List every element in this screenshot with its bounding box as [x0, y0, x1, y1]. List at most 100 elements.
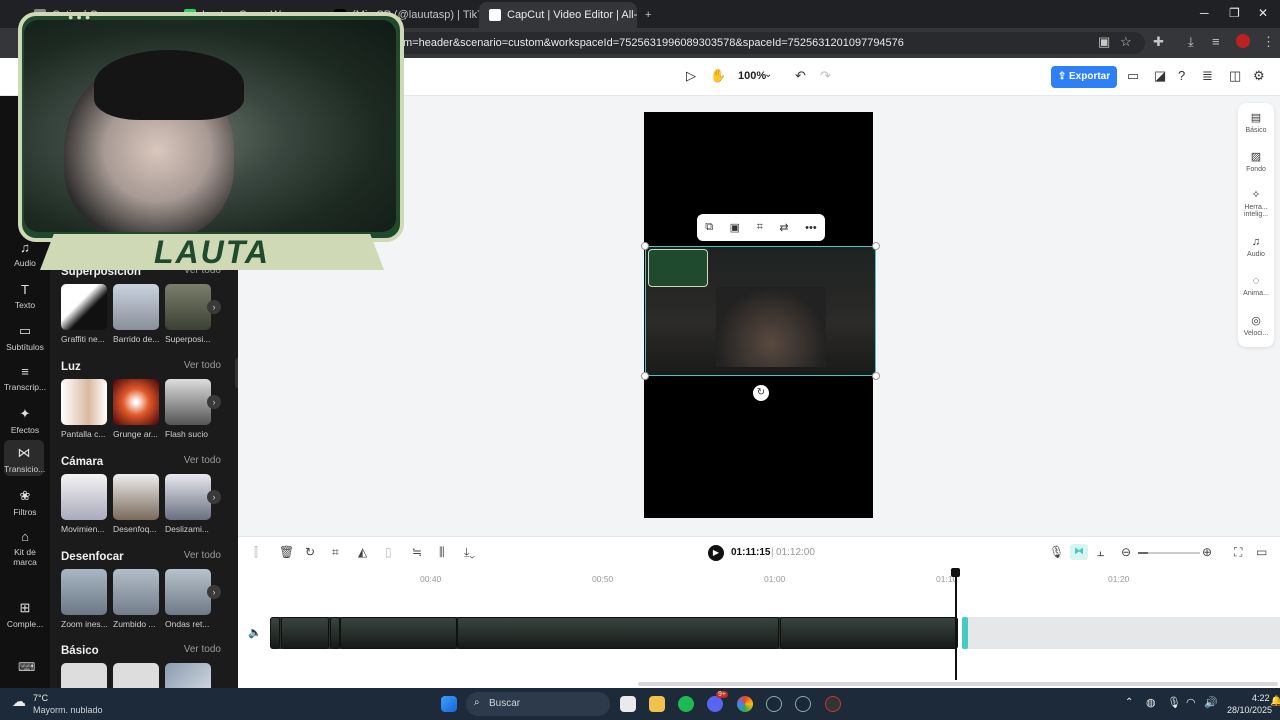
nav-text[interactable]: T Texto: [0, 282, 50, 310]
prop-speed[interactable]: ◎ Veloci...: [1238, 314, 1274, 337]
browser-tab-active[interactable]: CapCut | Video Editor | All-In-O✕: [479, 2, 637, 28]
transition-thumbnail[interactable]: [113, 379, 159, 425]
magnet-icon[interactable]: ⧓: [1070, 544, 1088, 560]
new-tab-button[interactable]: +: [637, 2, 661, 28]
split-view-icon[interactable]: ⫠: [1097, 545, 1104, 560]
cast-icon[interactable]: ▣: [1098, 34, 1110, 50]
microphone-icon[interactable]: 🎙: [1167, 696, 1181, 709]
network-icon[interactable]: ◍: [1146, 696, 1156, 709]
steam-icon[interactable]: [766, 696, 782, 712]
chevron-right-icon[interactable]: ›: [207, 395, 221, 409]
review-icon[interactable]: ◪: [1154, 68, 1166, 84]
resize-handle[interactable]: [872, 372, 880, 380]
weather-desc[interactable]: Mayorm. nublado: [33, 705, 103, 715]
chevron-up-icon[interactable]: ⌃: [1125, 697, 1133, 708]
nav-brand-kit[interactable]: ⌂ Kit de marca: [0, 529, 50, 567]
transition-thumbnail[interactable]: [113, 663, 159, 688]
see-all-link[interactable]: Ver todo: [184, 360, 221, 371]
replace-icon[interactable]: ⇄: [779, 221, 788, 234]
close-window-icon[interactable]: ✕: [1258, 6, 1268, 20]
prop-basic[interactable]: ▤ Básico: [1238, 111, 1274, 134]
profile-avatar[interactable]: [1236, 34, 1250, 48]
export-button[interactable]: ⇪ Exportar: [1051, 66, 1117, 88]
prop-animation[interactable]: ◌ Anima...: [1238, 275, 1274, 297]
bookmark-star-icon[interactable]: ☆: [1120, 34, 1132, 50]
nav-filters[interactable]: ❀ Filtros: [0, 488, 50, 517]
transition-thumbnail[interactable]: [165, 474, 211, 520]
select-tool-icon[interactable]: ▷: [686, 68, 696, 84]
prop-audio[interactable]: ♫ Audio: [1238, 236, 1274, 258]
see-all-link[interactable]: Ver todo: [184, 550, 221, 561]
playhead-handle[interactable]: [951, 568, 960, 577]
obs-icon[interactable]: [825, 696, 841, 712]
download-icon[interactable]: ⤓⌄: [464, 545, 475, 560]
play-button[interactable]: ▶: [708, 545, 724, 561]
keyboard-icon[interactable]: ⌨: [18, 660, 35, 674]
resize-handle[interactable]: [641, 242, 649, 250]
hand-tool-icon[interactable]: ✋: [710, 68, 726, 84]
nav-transcript[interactable]: ≡ Transcrip...: [0, 364, 50, 392]
microphone-icon[interactable]: 🎙: [1049, 545, 1064, 559]
transition-thumbnail[interactable]: [113, 474, 159, 520]
transition-thumbnail[interactable]: [165, 569, 211, 615]
zoom-in-icon[interactable]: ⊕: [1202, 545, 1212, 559]
file-explorer-icon[interactable]: [649, 696, 665, 712]
notification-icon[interactable]: 🔔: [1270, 696, 1280, 707]
prop-background[interactable]: ▨ Fondo: [1238, 150, 1274, 173]
chrome-icon[interactable]: [737, 696, 753, 712]
extensions-icon[interactable]: ✚: [1153, 34, 1164, 50]
stack-icon[interactable]: ≣: [1202, 68, 1213, 84]
search-box[interactable]: ⌕ Buscar: [466, 692, 610, 716]
zoom-level[interactable]: 100%: [738, 70, 766, 82]
resize-handle[interactable]: [872, 242, 880, 250]
spotify-icon[interactable]: [678, 696, 694, 712]
chevron-down-icon[interactable]: ⌄: [764, 69, 772, 80]
track-clip[interactable]: [780, 617, 958, 649]
trim-icon[interactable]: ⫼: [439, 545, 445, 560]
smart-crop-icon[interactable]: ⧉: [705, 221, 713, 234]
frame-icon[interactable]: ▣: [730, 221, 740, 234]
track-clip[interactable]: [281, 617, 329, 649]
transition-thumbnail[interactable]: [113, 569, 159, 615]
transition-thumbnail[interactable]: [61, 569, 107, 615]
menu-icon[interactable]: ⋮: [1262, 34, 1275, 50]
volume-icon[interactable]: 🔊: [1204, 696, 1218, 709]
preview-icon[interactable]: ▭: [1256, 545, 1267, 559]
undo-icon[interactable]: ↶: [795, 68, 806, 84]
track-clip[interactable]: [270, 617, 280, 649]
clock-time[interactable]: 4:22: [1252, 693, 1270, 703]
selected-clip[interactable]: [645, 246, 876, 376]
delete-icon[interactable]: 🗑: [279, 545, 294, 559]
wifi-icon[interactable]: ◠: [1186, 696, 1196, 709]
transition-thumbnail[interactable]: [165, 284, 211, 330]
media-icon[interactable]: ≡: [1212, 34, 1220, 49]
zoom-out-icon[interactable]: ⊖: [1121, 545, 1131, 559]
chevron-right-icon[interactable]: ›: [207, 300, 221, 314]
video-track[interactable]: [270, 617, 958, 649]
playhead[interactable]: [951, 568, 960, 680]
taskview-icon[interactable]: [620, 696, 636, 712]
adjust-icon[interactable]: ≒: [412, 545, 422, 559]
track-clip[interactable]: [330, 617, 340, 649]
windows-start-icon[interactable]: [441, 696, 457, 712]
see-all-link[interactable]: Ver todo: [184, 644, 221, 655]
more-icon[interactable]: •••: [805, 222, 817, 234]
transition-thumbnail[interactable]: [61, 474, 107, 520]
nav-transitions[interactable]: ⋈ Transicio...: [4, 440, 45, 476]
address-bar[interactable]: m=header&scenario=custom&workspaceId=752…: [395, 32, 1145, 54]
help-icon[interactable]: ?: [1178, 68, 1185, 83]
chevron-right-icon[interactable]: ›: [207, 585, 221, 599]
fullscreen-icon[interactable]: ⛶: [1234, 545, 1242, 560]
crop-icon[interactable]: ⌗: [332, 545, 339, 560]
crop-icon[interactable]: ⌗: [757, 221, 763, 234]
steam-icon[interactable]: [795, 696, 811, 712]
present-icon[interactable]: ▭: [1127, 68, 1139, 84]
mirror-icon[interactable]: ◭: [358, 545, 367, 559]
prop-smart-tools[interactable]: ✧ Herra... intelig...: [1238, 188, 1274, 218]
zoom-slider[interactable]: [1138, 552, 1200, 554]
nav-effects[interactable]: ✦ Efectos: [0, 406, 50, 435]
horizontal-scrollbar[interactable]: [638, 682, 1278, 686]
download-icon[interactable]: ⤓: [1188, 34, 1194, 50]
transition-thumbnail[interactable]: [165, 663, 211, 688]
rotate-icon[interactable]: ↻: [753, 385, 769, 401]
